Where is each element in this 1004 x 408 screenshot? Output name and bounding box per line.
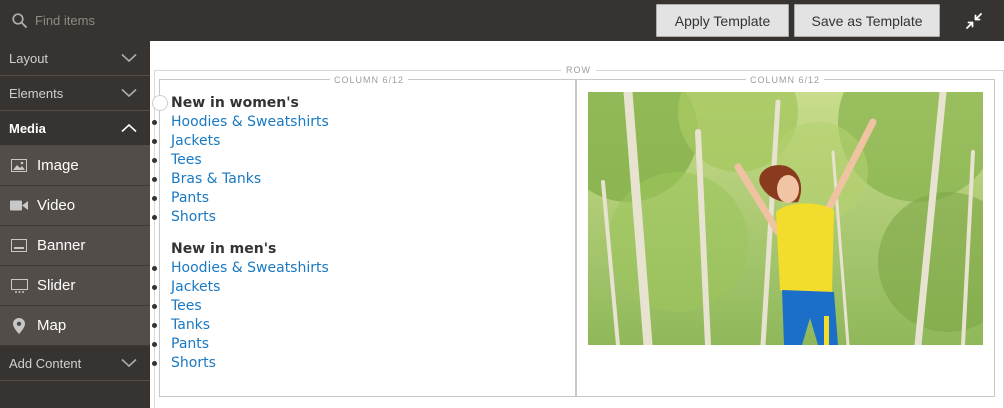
sidebar-item-map[interactable]: Map (0, 306, 150, 346)
sidebar-item-image[interactable]: Image (0, 146, 150, 186)
category-link[interactable]: Jackets (171, 133, 220, 149)
sidebar-section-media[interactable]: Media (0, 111, 150, 146)
sidebar-section-layout[interactable]: Layout (0, 41, 150, 76)
search-box[interactable] (0, 0, 150, 41)
chevron-up-icon (121, 123, 137, 133)
column-label: COLUMN 6/12 (330, 75, 409, 85)
apply-template-button[interactable]: Apply Template (656, 4, 789, 37)
save-as-template-button[interactable]: Save as Template (794, 4, 940, 37)
sidebar-item-banner[interactable]: Banner (0, 226, 150, 266)
category-link[interactable]: Shorts (171, 209, 216, 225)
womens-heading: New in women's (171, 95, 299, 111)
category-link[interactable]: Jackets (171, 279, 220, 295)
category-link[interactable]: Pants (171, 190, 209, 206)
drag-handle[interactable] (152, 95, 168, 111)
list-item: Jackets (152, 132, 551, 151)
slider-icon (10, 278, 28, 293)
list-item: Pants (152, 335, 551, 354)
collapse-fullscreen-icon (966, 13, 982, 29)
list-item: Shorts (152, 208, 551, 227)
sidebar-item-label: Slider (37, 277, 76, 294)
sidebar-item-label: Banner (37, 237, 86, 254)
sidebar-section-add-content[interactable]: Add Content (0, 346, 150, 381)
top-toolbar: Apply Template Save as Template (0, 0, 1004, 41)
search-input[interactable] (35, 13, 145, 28)
list-item: Hoodies & Sweatshirts (152, 259, 551, 278)
list-item: Tees (152, 151, 551, 170)
category-link[interactable]: Tanks (171, 317, 210, 333)
list-item: Bras & Tanks (152, 170, 551, 189)
image-icon (11, 159, 27, 172)
category-link[interactable]: Tees (171, 298, 202, 314)
sidebar-section-elements[interactable]: Elements (0, 76, 150, 111)
mens-heading: New in men's (171, 241, 277, 257)
sidebar-item-label: Map (37, 317, 67, 334)
category-link[interactable]: Shorts (171, 355, 216, 371)
chevron-down-icon (121, 358, 137, 368)
chevron-down-icon (121, 88, 137, 98)
sidebar-section-label: Media (9, 120, 46, 136)
video-icon (10, 200, 28, 211)
category-link[interactable]: Bras & Tanks (171, 171, 261, 187)
row-label: ROW (561, 65, 596, 75)
category-link[interactable]: Hoodies & Sweatshirts (171, 114, 329, 130)
stage-canvas: ROW COLUMN 6/12 COLUMN 6/12 New in women… (150, 41, 1004, 408)
sidebar-item-slider[interactable]: Slider (0, 266, 150, 306)
sidebar-item-label: Image (37, 157, 79, 174)
sidebar-item-label: Video (37, 197, 76, 214)
chevron-down-icon (121, 53, 137, 63)
list-item: Shorts (152, 354, 551, 373)
exit-fullscreen-button[interactable] (960, 8, 988, 34)
womens-link-list: Hoodies & Sweatshirts Jackets Tees Bras … (152, 113, 551, 227)
column-label: COLUMN 6/12 (746, 75, 825, 85)
list-item: Jackets (152, 278, 551, 297)
list-item: Hoodies & Sweatshirts (152, 113, 551, 132)
search-icon (12, 13, 27, 28)
map-pin-icon (13, 317, 25, 334)
sidebar-item-video[interactable]: Video (0, 186, 150, 226)
woman-jumping-photo (588, 92, 983, 345)
mens-link-list: Hoodies & Sweatshirts Jackets Tees Tanks… (152, 259, 551, 373)
sidebar-section-label: Elements (9, 85, 64, 101)
list-item: Tees (152, 297, 551, 316)
list-item: Pants (152, 189, 551, 208)
banner-icon (11, 239, 27, 252)
category-link[interactable]: Hoodies & Sweatshirts (171, 260, 329, 276)
list-item: Tanks (152, 316, 551, 335)
image-content-block[interactable] (588, 92, 983, 345)
category-link[interactable]: Pants (171, 336, 209, 352)
category-link[interactable]: Tees (171, 152, 202, 168)
text-content-block[interactable]: New in women's Hoodies & Sweatshirts Jac… (152, 94, 551, 373)
sidebar-section-label: Add Content (9, 355, 82, 371)
sidebar-section-label: Layout (9, 50, 49, 66)
sidebar: Layout Elements Media Image Video Banner… (0, 41, 150, 408)
